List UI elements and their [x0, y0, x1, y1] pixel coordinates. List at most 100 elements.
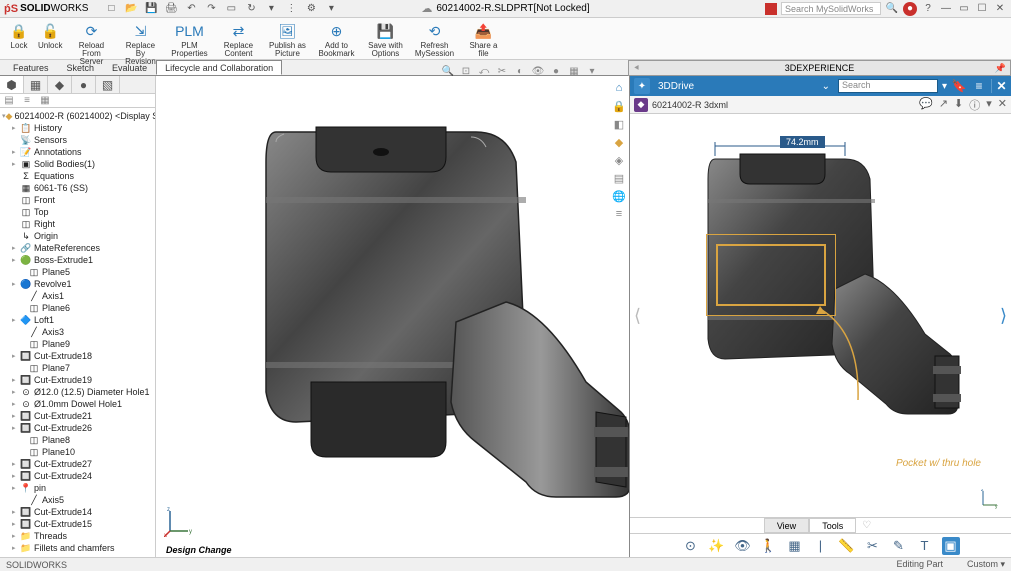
tree-secondary-3[interactable]: ▦	[36, 94, 54, 107]
tree-item[interactable]: ▸🔲Cut-Extrude14	[0, 506, 155, 518]
tab-sketch[interactable]: Sketch	[58, 60, 104, 75]
display-tab[interactable]: ◆	[48, 76, 72, 93]
search-mysolidworks-input[interactable]: Search MySolidWorks	[781, 2, 881, 15]
tab-features[interactable]: Features	[4, 60, 58, 75]
tree-item[interactable]: ▸🔲Cut-Extrude26	[0, 422, 155, 434]
tree-item[interactable]: ╱Axis1	[0, 290, 155, 302]
3dplay-tab-view[interactable]: View	[764, 518, 809, 533]
tree-item[interactable]: ▸🔵Revolve1	[0, 278, 155, 290]
search-icon[interactable]: 🔍	[885, 2, 899, 16]
section-icon[interactable]: ✂	[495, 64, 509, 78]
minimize-icon[interactable]: —	[939, 2, 953, 16]
menu-icon[interactable]: ≡	[971, 79, 987, 93]
3dplay-viewport[interactable]: ⟨ ⟩ 74.2mm	[630, 114, 1011, 517]
ribbon-lock-button[interactable]: 🔒Lock	[6, 20, 32, 51]
visibility-icon[interactable]: 👁	[734, 537, 752, 555]
undo-icon[interactable]: ↶	[184, 2, 198, 16]
tree-item[interactable]: ◫Plane7	[0, 362, 155, 374]
walk-icon[interactable]: 🚶	[760, 537, 778, 555]
tree-secondary-1[interactable]: ▤	[0, 94, 18, 107]
tree-item[interactable]: ▸🔲Cut-Extrude27	[0, 458, 155, 470]
tree-item[interactable]: ◫Plane5	[0, 266, 155, 278]
feature-tree-tab[interactable]: ⬢	[0, 76, 24, 93]
3dplay-tab-tools[interactable]: Tools	[809, 518, 856, 533]
favorite-icon[interactable]: ♡	[856, 518, 877, 533]
hide-show-icon[interactable]: 👁	[531, 64, 545, 78]
settings-icon[interactable]: ⚙	[304, 2, 318, 16]
display-style-icon[interactable]: ◐	[513, 64, 527, 78]
tree-item[interactable]: ▸🔲Cut-Extrude15	[0, 518, 155, 530]
rebuild-icon[interactable]: ↻	[244, 2, 258, 16]
expand-icon[interactable]: ⯇	[633, 63, 640, 74]
search-dd-icon[interactable]: ▾	[942, 81, 947, 92]
tree-item[interactable]: ▸🔷Loft1	[0, 314, 155, 326]
tree-item[interactable]: ▦6061-T6 (SS)	[0, 182, 155, 194]
maximize-icon[interactable]: ☐	[975, 2, 989, 16]
comment-icon[interactable]: 💬	[919, 97, 933, 113]
tree-item[interactable]: ▸🔗MateReferences	[0, 242, 155, 254]
help-icon[interactable]: ?	[921, 2, 935, 16]
tree-item[interactable]: ▸🟢Boss-Extrude1	[0, 254, 155, 266]
tree-item[interactable]: ◫Plane6	[0, 302, 155, 314]
tree-item[interactable]: ΣEquations	[0, 170, 155, 182]
tree-item[interactable]: ▸🔲Cut-Extrude21	[0, 410, 155, 422]
ribbon-save-opts-button[interactable]: 💾Save with Options	[362, 20, 408, 59]
download-icon[interactable]: ⬇	[954, 97, 963, 113]
ribbon-refresh-session-button[interactable]: ⟲Refresh MySession	[411, 20, 457, 59]
other-tab[interactable]: ▧	[96, 76, 120, 93]
tree-root[interactable]: ▾◆ 60214002-R (60214002) <Display St..	[0, 110, 155, 122]
next-slide-icon[interactable]: ⟩	[1000, 305, 1007, 326]
conf-tab[interactable]: ▦	[24, 76, 48, 93]
tree-item[interactable]: ▸▣Solid Bodies(1)	[0, 158, 155, 170]
open-icon[interactable]: 📂	[124, 2, 138, 16]
tree-item[interactable]: ▸📁Fillets and chamfers	[0, 542, 155, 554]
compass-icon[interactable]: ✦	[634, 78, 650, 94]
tab-lifecycle-and-collaboration[interactable]: Lifecycle and Collaboration	[156, 60, 282, 75]
tree-item[interactable]: ▸📁Threads	[0, 530, 155, 542]
close-panel-icon[interactable]: ✕	[991, 79, 1007, 93]
tree-item[interactable]: ◫Front	[0, 194, 155, 206]
measure-icon[interactable]: 📏	[838, 537, 856, 555]
tree-item[interactable]: ▸📋History	[0, 122, 155, 134]
notifications-icon[interactable]: ●	[903, 2, 917, 16]
text-icon[interactable]: T	[916, 537, 934, 555]
apply-scene-icon[interactable]: ▦	[567, 64, 581, 78]
ribbon-bookmark-button[interactable]: ⊕Add to Bookmark	[313, 20, 359, 59]
3ddrive-label[interactable]: 3DDrive	[654, 81, 698, 92]
home-icon[interactable]: ⌂	[611, 80, 627, 96]
prev-slide-icon[interactable]: ⟨	[634, 305, 641, 326]
tree-item[interactable]: ▸🔲Cut-Extrude18	[0, 350, 155, 362]
redo-icon[interactable]: ↷	[204, 2, 218, 16]
tree-item[interactable]: ◫Right	[0, 218, 155, 230]
ribbon-unlock-button[interactable]: 🔓Unlock	[35, 20, 65, 51]
tree-item[interactable]: ▸📝Annotations	[0, 146, 155, 158]
view-icon[interactable]: ▦	[786, 537, 804, 555]
tree-item[interactable]: ▸⊙Ø1.0mm Dowel Hole1	[0, 398, 155, 410]
info-icon[interactable]: ⓘ	[969, 97, 980, 113]
ribbon-publish-button[interactable]: 🖼Publish as Picture	[264, 20, 310, 59]
ribbon-plm-button[interactable]: PLMPLM Properties	[166, 20, 212, 59]
layout-icon[interactable]: ▭	[957, 2, 971, 16]
close-file-icon[interactable]: ✕	[998, 97, 1007, 113]
box3d-icon[interactable]: ▣	[942, 537, 960, 555]
tree-item[interactable]: ▸⊙Ø12.0 (12.5) Diameter Hole1	[0, 386, 155, 398]
tree-item[interactable]: ◫Plane9	[0, 338, 155, 350]
tree-item[interactable]: ◫Plane10	[0, 446, 155, 458]
ribbon-share-button[interactable]: 📤Share a file	[460, 20, 506, 59]
3dx-search-input[interactable]: Search	[838, 79, 938, 93]
tree-item[interactable]: ▸🔲Cut-Extrude24	[0, 470, 155, 482]
select-icon[interactable]: ▭	[224, 2, 238, 16]
3d-viewport[interactable]: 🔍⊡⤺✂◐👁●▦▾ ⌂🔒◧◆◈▤🌐≡	[156, 76, 629, 557]
tree-item[interactable]: ╱Axis3	[0, 326, 155, 338]
options-icon[interactable]: ▾	[264, 2, 278, 16]
tree-item[interactable]: ◫Top	[0, 206, 155, 218]
tree-item[interactable]: ↳Origin	[0, 230, 155, 242]
view-settings-icon[interactable]: ▾	[585, 64, 599, 78]
sep-icon[interactable]: ⋮	[284, 2, 298, 16]
tab-evaluate[interactable]: Evaluate	[103, 60, 156, 75]
chevron-down-icon[interactable]: ⌄	[822, 81, 830, 92]
edit-appear-icon[interactable]: ●	[549, 64, 563, 78]
3d-part-model[interactable]	[216, 102, 636, 522]
zoom-area-icon[interactable]: ⊡	[459, 64, 473, 78]
print-icon[interactable]: 🖨	[164, 2, 178, 16]
